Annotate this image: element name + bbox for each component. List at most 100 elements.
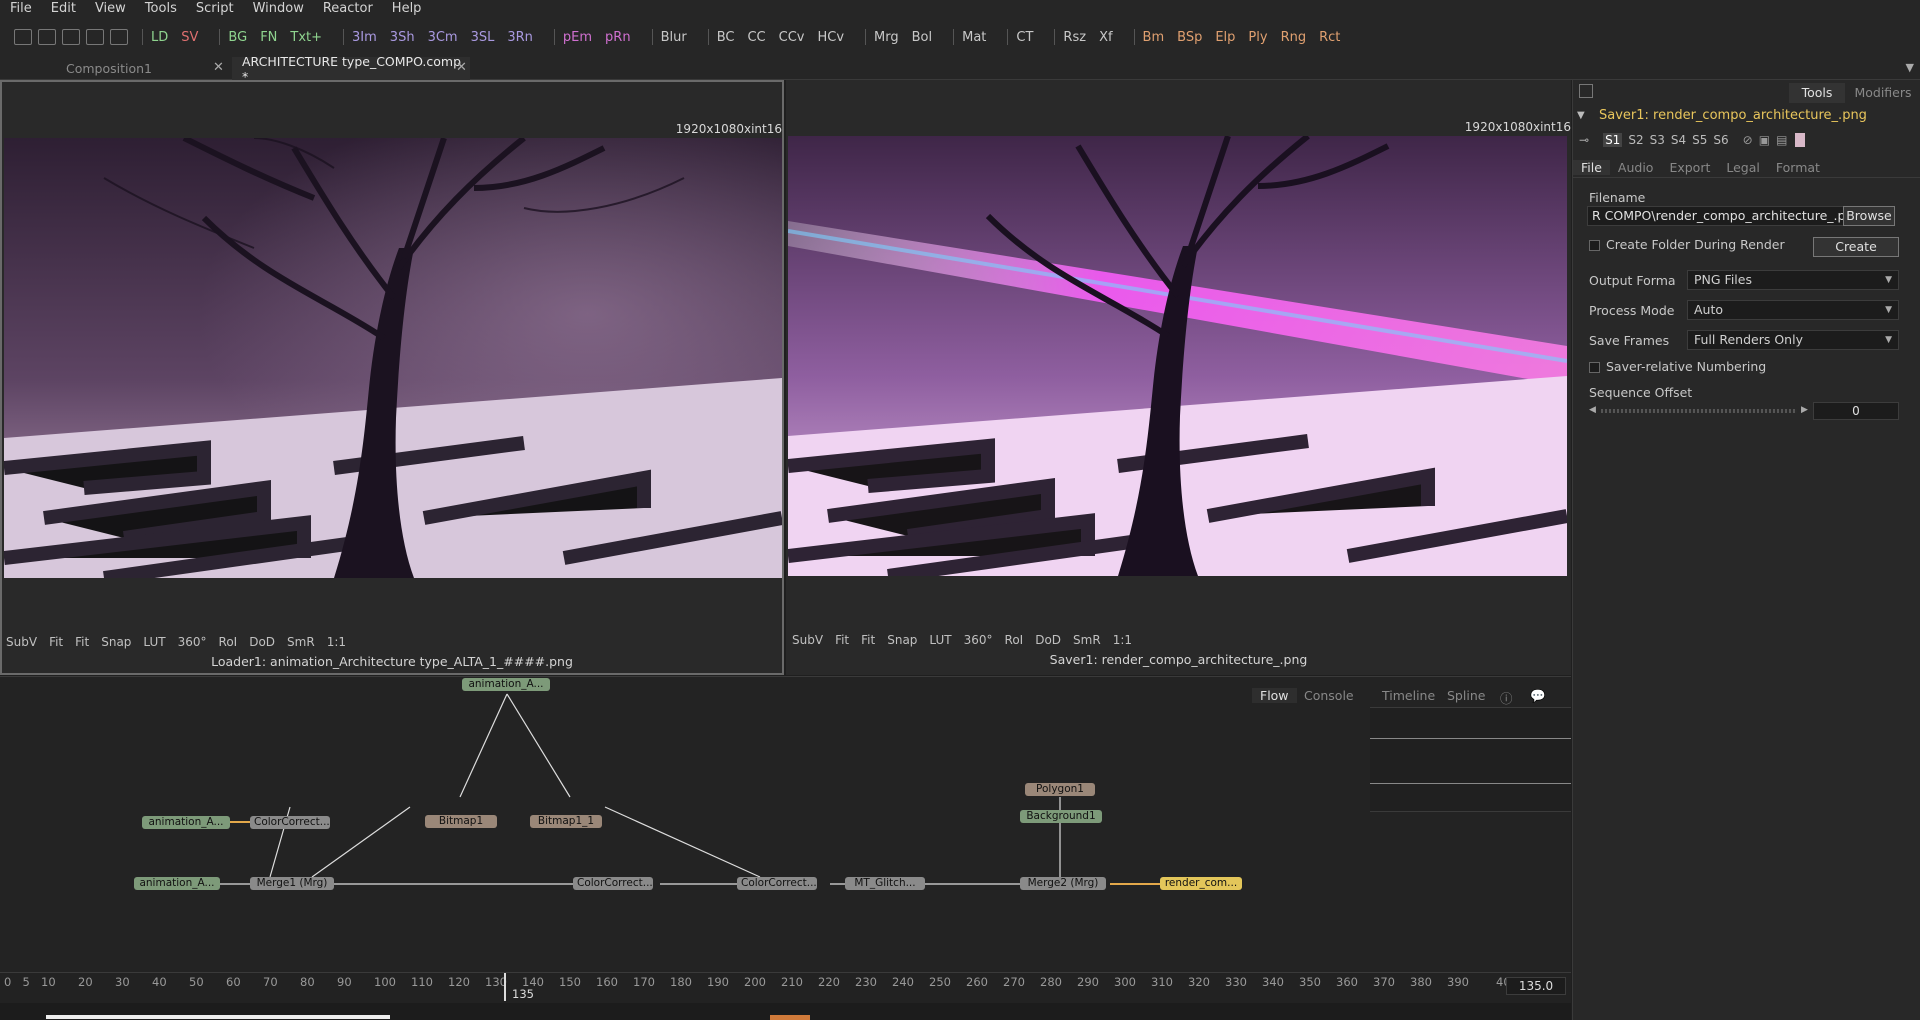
tool-blur-button[interactable]: Blur xyxy=(661,30,687,45)
tab-modifiers[interactable]: Modifiers xyxy=(1845,83,1920,103)
viewer-tool-fit-button[interactable]: Fit xyxy=(835,633,849,647)
node-merge2[interactable]: Merge2 (Mrg) xyxy=(1020,877,1106,890)
menu-window[interactable]: Window xyxy=(253,1,304,16)
menu-view[interactable]: View xyxy=(95,1,126,16)
tool-3im-button[interactable]: 3Im xyxy=(352,30,377,45)
menu-reactor[interactable]: Reactor xyxy=(323,1,373,16)
layout-split-icon[interactable] xyxy=(38,29,56,45)
viewer-image[interactable] xyxy=(788,136,1567,576)
slot-s5-button[interactable]: S5 xyxy=(1692,133,1707,147)
chevron-down-icon[interactable]: ▼ xyxy=(1906,61,1914,74)
save-frames-select[interactable]: Full Renders Only ▼ xyxy=(1687,330,1899,350)
subtab-file[interactable]: File xyxy=(1573,159,1610,175)
chevron-left-icon[interactable]: ◀ xyxy=(1589,405,1596,415)
node-merge1[interactable]: Merge1 (Mrg) xyxy=(250,877,334,890)
viewer-tool-11-button[interactable]: 1:1 xyxy=(327,635,346,649)
slot-s4-button[interactable]: S4 xyxy=(1671,133,1686,147)
node-background1[interactable]: Background1 xyxy=(1020,810,1102,823)
chevron-right-icon[interactable]: ▶ xyxy=(1801,405,1808,415)
chevron-down-icon[interactable]: ▼ xyxy=(1577,110,1585,121)
slot-s6-button[interactable]: S6 xyxy=(1713,133,1728,147)
tool-rng-button[interactable]: Rng xyxy=(1281,30,1307,45)
tool-bol-button[interactable]: Bol xyxy=(912,30,932,45)
sequence-offset-input[interactable]: 0 xyxy=(1813,402,1899,420)
subtab-legal[interactable]: Legal xyxy=(1718,160,1768,175)
node-render-comp[interactable]: render_com... xyxy=(1160,877,1242,890)
layout-grid-icon[interactable] xyxy=(86,29,104,45)
viewer-tool-smr-button[interactable]: SmR xyxy=(1073,633,1101,647)
tool-3rn-button[interactable]: 3Rn xyxy=(507,30,533,45)
node-animation-top[interactable]: animation_A... xyxy=(462,678,550,691)
node-color-correct-1[interactable]: ColorCorrect... xyxy=(250,816,330,829)
output-format-select[interactable]: PNG Files ▼ xyxy=(1687,270,1899,290)
menu-help[interactable]: Help xyxy=(392,1,422,16)
slot-s1-button[interactable]: S1 xyxy=(1603,133,1623,147)
sequence-offset-slider[interactable] xyxy=(1601,409,1797,413)
tool-ld-button[interactable]: LD xyxy=(151,30,168,45)
viewer-tool-fit-button[interactable]: Fit xyxy=(861,633,875,647)
create-folder-checkbox[interactable] xyxy=(1589,240,1600,251)
saver-relative-checkbox[interactable] xyxy=(1589,362,1600,373)
viewer-tool-snap-button[interactable]: Snap xyxy=(887,633,917,647)
tool-bsp-button[interactable]: BSp xyxy=(1177,30,1202,45)
playhead[interactable] xyxy=(504,973,506,1001)
viewer-tool-lut-button[interactable]: LUT xyxy=(929,633,951,647)
viewer-tool-roi-button[interactable]: RoI xyxy=(219,635,238,649)
browse-button[interactable]: Browse xyxy=(1843,206,1895,226)
tool-ply-button[interactable]: Ply xyxy=(1248,30,1267,45)
tab-spline[interactable]: Spline xyxy=(1447,688,1485,703)
viewer-tool-snap-button[interactable]: Snap xyxy=(101,635,131,649)
menu-tools[interactable]: Tools xyxy=(145,1,177,16)
tool-ct-button[interactable]: CT xyxy=(1016,30,1033,45)
viewer-tool-dod-button[interactable]: DoD xyxy=(1035,633,1061,647)
node-color-correct-2[interactable]: ColorCorrect... xyxy=(573,877,653,890)
node-polygon1[interactable]: Polygon1 xyxy=(1025,783,1095,796)
disable-icon[interactable]: ⊘ xyxy=(1743,133,1753,147)
layout-print-icon[interactable] xyxy=(110,29,128,45)
flow-panel[interactable]: Flow Console Timeline Spline ⓘ 💬 animati… xyxy=(0,676,1571,972)
menu-edit[interactable]: Edit xyxy=(51,1,76,16)
viewer-tool-11-button[interactable]: 1:1 xyxy=(1113,633,1132,647)
create-button[interactable]: Create xyxy=(1813,237,1899,257)
tool-rct-button[interactable]: Rct xyxy=(1319,30,1340,45)
viewer-image[interactable] xyxy=(4,138,782,578)
tool-cc-button[interactable]: CC xyxy=(747,30,765,45)
tab-composition1[interactable]: Composition1 xyxy=(0,57,218,80)
node-bitmap1[interactable]: Bitmap1 xyxy=(425,815,497,828)
viewer-tool-smr-button[interactable]: SmR xyxy=(287,635,315,649)
viewer-tool-fit-button[interactable]: Fit xyxy=(75,635,89,649)
pin-icon[interactable]: ⊸ xyxy=(1579,133,1589,147)
comment-icon[interactable]: 💬 xyxy=(1530,688,1546,704)
layout-flow-icon[interactable] xyxy=(62,29,80,45)
tool-fn-button[interactable]: FN xyxy=(260,30,277,45)
tool-bg-button[interactable]: BG xyxy=(228,30,247,45)
current-frame-input[interactable]: 135.0 xyxy=(1506,977,1566,995)
close-icon[interactable]: ✕ xyxy=(456,60,467,75)
viewer-tool-subv-button[interactable]: SubV xyxy=(6,635,37,649)
tool-3sh-button[interactable]: 3Sh xyxy=(390,30,415,45)
tool-txt-button[interactable]: Txt+ xyxy=(290,30,322,45)
viewer-tool-360-button[interactable]: 360° xyxy=(964,633,993,647)
tool-mat-button[interactable]: Mat xyxy=(962,30,986,45)
slot-s3-button[interactable]: S3 xyxy=(1650,133,1665,147)
process-mode-select[interactable]: Auto ▼ xyxy=(1687,300,1899,320)
viewer-tool-dod-button[interactable]: DoD xyxy=(249,635,275,649)
tab-tools[interactable]: Tools xyxy=(1789,83,1845,103)
node-animation-mid[interactable]: animation_A... xyxy=(142,816,230,829)
viewer-tool-360-button[interactable]: 360° xyxy=(178,635,207,649)
viewer-tool-subv-button[interactable]: SubV xyxy=(792,633,823,647)
menu-file[interactable]: File xyxy=(10,1,32,16)
tool-rsz-button[interactable]: Rsz xyxy=(1063,30,1086,45)
tool-prn-button[interactable]: pRn xyxy=(605,30,631,45)
tool-3cm-button[interactable]: 3Cm xyxy=(428,30,458,45)
viewer-tool-roi-button[interactable]: RoI xyxy=(1005,633,1024,647)
render-range-bar[interactable] xyxy=(46,1015,390,1019)
tool-ccv-button[interactable]: CCv xyxy=(779,30,805,45)
lock-icon[interactable]: ▣ xyxy=(1759,133,1770,147)
tab-console[interactable]: Console xyxy=(1304,688,1354,703)
cache-icon[interactable]: ▤ xyxy=(1776,133,1787,147)
info-icon[interactable]: ⓘ xyxy=(1500,688,1513,707)
slot-s2-button[interactable]: S2 xyxy=(1628,133,1643,147)
menu-script[interactable]: Script xyxy=(196,1,234,16)
subtab-export[interactable]: Export xyxy=(1661,160,1718,175)
